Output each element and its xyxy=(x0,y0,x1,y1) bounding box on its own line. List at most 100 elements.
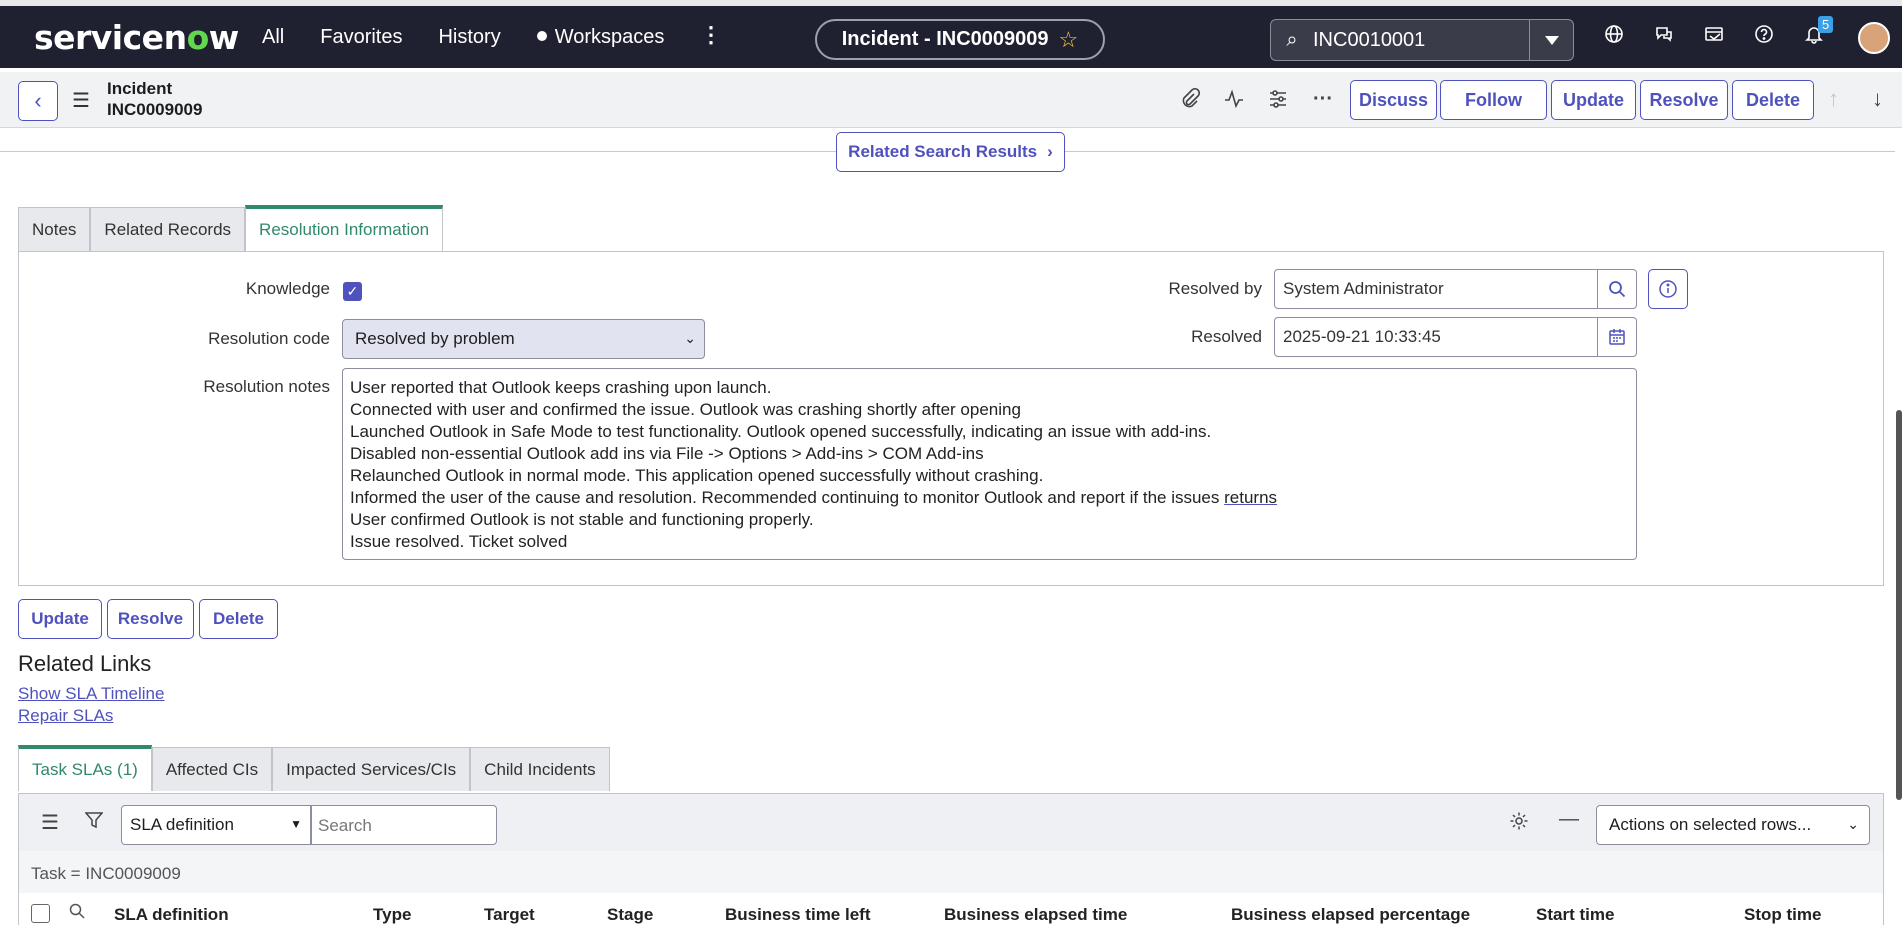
delete-button[interactable]: Delete xyxy=(1732,80,1814,120)
form-title: Incident INC0009009 xyxy=(107,78,202,120)
previous-record-icon[interactable]: ↑ xyxy=(1828,86,1839,112)
notes-line: Connected with user and confirmed the is… xyxy=(350,400,1021,419)
nav-workspaces[interactable]: Workspaces xyxy=(537,26,665,49)
nav-all[interactable]: All xyxy=(262,26,284,49)
scrollbar-thumb[interactable] xyxy=(1896,410,1902,800)
actions-on-selected-rows-select[interactable]: Actions on selected rows... ⌄ xyxy=(1596,805,1870,845)
globe-icon[interactable] xyxy=(1600,24,1628,52)
personalize-form-icon[interactable] xyxy=(1268,88,1288,116)
column-target[interactable]: Target xyxy=(484,905,535,925)
search-field-select[interactable]: SLA definition ▼ xyxy=(121,805,311,845)
form-menu-icon[interactable]: ☰ xyxy=(72,88,90,113)
notes-line: Launched Outlook in Safe Mode to test fu… xyxy=(350,422,1212,441)
knowledge-label: Knowledge xyxy=(245,279,330,298)
resolved-by-label: Resolved by xyxy=(1168,279,1262,298)
notes-line: Relaunched Outlook in normal mode. This … xyxy=(350,466,1044,485)
list-menu-icon[interactable]: ☰ xyxy=(41,810,59,835)
column-stage[interactable]: Stage xyxy=(607,905,653,925)
notes-line: User reported that Outlook keeps crashin… xyxy=(350,378,772,397)
tab-notes[interactable]: Notes xyxy=(18,207,91,251)
tab-resolution-information[interactable]: Resolution Information xyxy=(245,205,444,251)
column-business-time-left[interactable]: Business time left xyxy=(725,905,871,925)
column-type[interactable]: Type xyxy=(373,905,411,925)
list-header-row: SLA definition Type Target Stage Busines… xyxy=(19,893,1883,933)
follow-button[interactable]: Follow xyxy=(1440,80,1547,120)
search-scope-dropdown[interactable] xyxy=(1529,20,1573,60)
global-search[interactable]: ⌕ INC0010001 xyxy=(1270,19,1574,61)
related-search-label: Related Search Results xyxy=(848,142,1038,161)
search-icon: ⌕ xyxy=(1286,28,1298,51)
info-icon[interactable] xyxy=(1648,269,1688,309)
task-slas-list: ☰ SLA definition ▼ Search — Actions on se… xyxy=(18,793,1884,933)
lookup-search-icon[interactable] xyxy=(1597,269,1637,309)
column-stop-time[interactable]: Stop time xyxy=(1744,905,1821,925)
collapse-list-icon[interactable]: — xyxy=(1559,808,1579,831)
tab-related-records[interactable]: Related Records xyxy=(90,207,246,251)
record-title: Incident - INC0009009 xyxy=(841,28,1049,50)
notes-line: Issue resolved. Ticket solved xyxy=(350,532,568,551)
next-record-icon[interactable]: ↓ xyxy=(1872,86,1883,112)
chevron-right-icon: › xyxy=(1047,142,1053,161)
tab-affected-cis[interactable]: Affected CIs xyxy=(151,747,273,791)
resolution-code-label: Resolution code xyxy=(208,329,330,348)
resolution-notes-label: Resolution notes xyxy=(203,377,330,396)
search-field-value: SLA definition xyxy=(130,815,234,834)
resolved-datetime-field[interactable]: 2025-09-21 10:33:45 xyxy=(1274,317,1598,357)
list-search-input[interactable]: Search xyxy=(311,805,497,845)
sidebar-view-icon[interactable] xyxy=(1700,24,1728,52)
tab-child-incidents[interactable]: Child Incidents xyxy=(470,747,610,791)
notes-line: Informed the user of the cause and resol… xyxy=(350,487,1629,509)
more-options-icon[interactable]: ··· xyxy=(1313,88,1333,111)
back-button[interactable]: ‹ xyxy=(18,81,58,121)
form-title-table: Incident xyxy=(107,79,173,98)
user-avatar[interactable] xyxy=(1858,22,1890,54)
discuss-button[interactable]: Discuss xyxy=(1350,80,1437,120)
column-start-time[interactable]: Start time xyxy=(1536,905,1614,925)
more-menu-icon[interactable]: ⋮ xyxy=(700,22,722,48)
activity-icon[interactable] xyxy=(1224,88,1244,116)
servicenow-logo[interactable]: servicenow xyxy=(34,18,239,57)
related-search-results-button[interactable]: Related Search Results › xyxy=(836,132,1065,172)
nav-favorites[interactable]: Favorites xyxy=(320,26,402,49)
tab-task-slas[interactable]: Task SLAs (1) xyxy=(18,745,152,791)
select-all-checkbox[interactable] xyxy=(31,904,50,923)
resolve-button-bottom[interactable]: Resolve xyxy=(107,599,194,639)
resolved-by-field[interactable]: System Administrator xyxy=(1274,269,1598,309)
nav-history[interactable]: History xyxy=(438,26,500,49)
resolution-code-select[interactable]: Resolved by problem ⌄ xyxy=(342,319,705,359)
filter-icon[interactable] xyxy=(84,811,104,834)
related-links-heading: Related Links xyxy=(18,651,152,676)
attachment-icon[interactable] xyxy=(1180,87,1201,116)
page-scrollbar[interactable] xyxy=(1896,130,1902,925)
resolution-notes-textarea[interactable]: User reported that Outlook keeps crashin… xyxy=(342,368,1637,560)
list-filter-breadcrumb[interactable]: Task = INC0009009 xyxy=(19,851,1883,893)
calendar-icon[interactable] xyxy=(1597,317,1637,357)
repair-slas-link[interactable]: Repair SLAs xyxy=(18,706,113,726)
notes-line-text: Informed the user of the cause and resol… xyxy=(350,488,1220,507)
favorite-star-icon[interactable]: ☆ xyxy=(1059,27,1079,53)
delete-button-bottom[interactable]: Delete xyxy=(199,599,278,639)
notes-line: User confirmed Outlook is not stable and… xyxy=(350,510,814,529)
resolved-label: Resolved xyxy=(1191,327,1262,346)
column-sla-definition[interactable]: SLA definition xyxy=(114,905,229,925)
chevron-down-icon: ⌄ xyxy=(684,330,696,346)
actions-select-value: Actions on selected rows... xyxy=(1609,815,1812,834)
knowledge-checkbox[interactable]: ✓ xyxy=(343,282,362,301)
column-business-elapsed-percentage[interactable]: Business elapsed percentage xyxy=(1231,905,1470,925)
resolve-button[interactable]: Resolve xyxy=(1640,80,1728,120)
help-icon[interactable] xyxy=(1750,24,1778,52)
form-header: ‹ ☰ Incident INC0009009 ··· Discuss Foll… xyxy=(0,72,1902,128)
caret-down-icon: ▼ xyxy=(290,817,302,831)
update-button[interactable]: Update xyxy=(1551,80,1636,120)
show-sla-timeline-link[interactable]: Show SLA Timeline xyxy=(18,684,164,704)
chat-icon[interactable] xyxy=(1650,24,1678,52)
column-search-icon[interactable] xyxy=(69,903,85,924)
list-toolbar: ☰ SLA definition ▼ Search — Actions on se… xyxy=(19,794,1883,851)
record-title-pill[interactable]: Incident - INC0009009 ☆ xyxy=(815,19,1105,60)
tab-impacted-services[interactable]: Impacted Services/CIs xyxy=(272,747,471,791)
list-settings-gear-icon[interactable] xyxy=(1509,811,1529,836)
update-button-bottom[interactable]: Update xyxy=(18,599,102,639)
chevron-down-icon: ⌄ xyxy=(1847,816,1859,832)
global-search-input[interactable]: INC0010001 xyxy=(1313,29,1529,52)
column-business-elapsed-time[interactable]: Business elapsed time xyxy=(944,905,1127,925)
